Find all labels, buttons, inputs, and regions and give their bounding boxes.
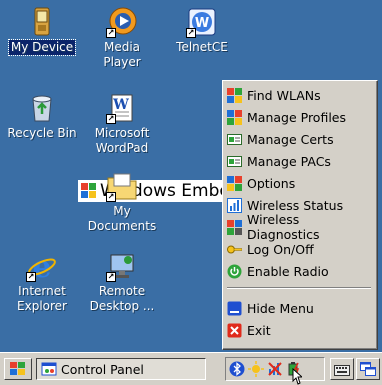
remote-desktop-icon: ↗ — [106, 250, 138, 282]
desktop-icon-internet-explorer[interactable]: e ↗ Internet Explorer — [4, 250, 80, 314]
key-icon — [227, 242, 242, 257]
svg-text:W: W — [195, 16, 209, 31]
my-device-icon — [26, 6, 58, 38]
wordpad-icon: W ↗ — [106, 92, 138, 124]
show-desktop-button[interactable] — [356, 358, 380, 380]
show-desktop-icon — [360, 362, 376, 376]
wireless-status-icon — [227, 197, 242, 213]
shortcut-arrow-icon: ↗ — [106, 114, 116, 124]
desktop: My Device ↗ Media Player W ↗ TelnetCE Re… — [0, 0, 382, 352]
menu-item-hide-menu[interactable]: Hide Menu — [227, 297, 375, 319]
taskbar: Control Panel — [0, 352, 382, 385]
wireless-diagnostics-icon — [227, 219, 242, 235]
menu-item-log-on-off[interactable]: Log On/Off — [227, 238, 375, 260]
desktop-icon-remote-desktop[interactable]: ↗ Remote Desktop ... — [84, 250, 160, 314]
desktop-icon-my-device[interactable]: My Device — [4, 6, 80, 56]
menu-item-exit[interactable]: Exit — [227, 319, 375, 341]
hide-menu-icon — [227, 301, 242, 316]
exit-icon — [227, 323, 242, 338]
shortcut-arrow-icon: ↗ — [106, 272, 116, 282]
taskbar-button-control-panel[interactable]: Control Panel — [36, 358, 206, 380]
find-wlans-icon — [227, 87, 242, 103]
options-icon — [227, 175, 242, 191]
menu-item-manage-certs[interactable]: Manage Certs — [227, 128, 375, 150]
manage-certs-icon — [227, 132, 242, 147]
wlan-disabled-icon[interactable] — [267, 361, 283, 377]
keyboard-button[interactable] — [330, 358, 354, 380]
control-panel-icon — [41, 362, 57, 376]
desktop-icon-recycle-bin[interactable]: Recycle Bin — [4, 92, 80, 141]
desktop-icon-telnetce[interactable]: W ↗ TelnetCE — [164, 6, 240, 55]
recycle-bin-icon — [26, 92, 58, 124]
power-icon — [227, 264, 242, 279]
shortcut-arrow-icon: ↗ — [106, 192, 116, 202]
menu-separator — [227, 287, 371, 289]
menu-item-wireless-diagnostics[interactable]: Wireless Diagnostics — [227, 212, 375, 242]
system-tray — [225, 357, 325, 381]
shortcut-arrow-icon: ↗ — [26, 272, 36, 282]
menu-item-options[interactable]: Options — [227, 172, 375, 194]
svg-text:W: W — [112, 97, 129, 113]
windows-flag-icon — [10, 362, 25, 375]
internet-explorer-icon: e ↗ — [26, 250, 58, 285]
sun-icon[interactable] — [248, 361, 264, 377]
desktop-icon-media-player[interactable]: ↗ Media Player — [84, 6, 160, 70]
manage-profiles-icon — [227, 109, 242, 125]
manage-pacs-icon — [227, 154, 242, 169]
my-documents-icon: ↗ — [106, 170, 138, 202]
menu-item-manage-pacs[interactable]: Manage PACs — [227, 150, 375, 172]
shortcut-arrow-icon: ↗ — [186, 28, 196, 38]
telnetce-icon: W ↗ — [186, 6, 218, 38]
start-button[interactable] — [4, 358, 32, 380]
desktop-icon-wordpad[interactable]: W ↗ Microsoft WordPad — [84, 92, 160, 156]
desktop-icon-my-documents[interactable]: ↗ My Documents — [84, 170, 160, 234]
menu-item-find-wlans[interactable]: Find WLANs — [227, 84, 375, 106]
wlan-context-menu: Find WLANs Manage Profiles Manage Certs … — [222, 80, 378, 350]
menu-item-enable-radio[interactable]: Enable Radio — [227, 260, 375, 282]
keyboard-icon — [334, 365, 350, 376]
mouse-cursor-icon — [292, 368, 302, 385]
shortcut-arrow-icon: ↗ — [106, 28, 116, 38]
bluetooth-icon[interactable] — [229, 361, 245, 377]
media-player-icon: ↗ — [106, 6, 138, 38]
menu-item-manage-profiles[interactable]: Manage Profiles — [227, 106, 375, 128]
